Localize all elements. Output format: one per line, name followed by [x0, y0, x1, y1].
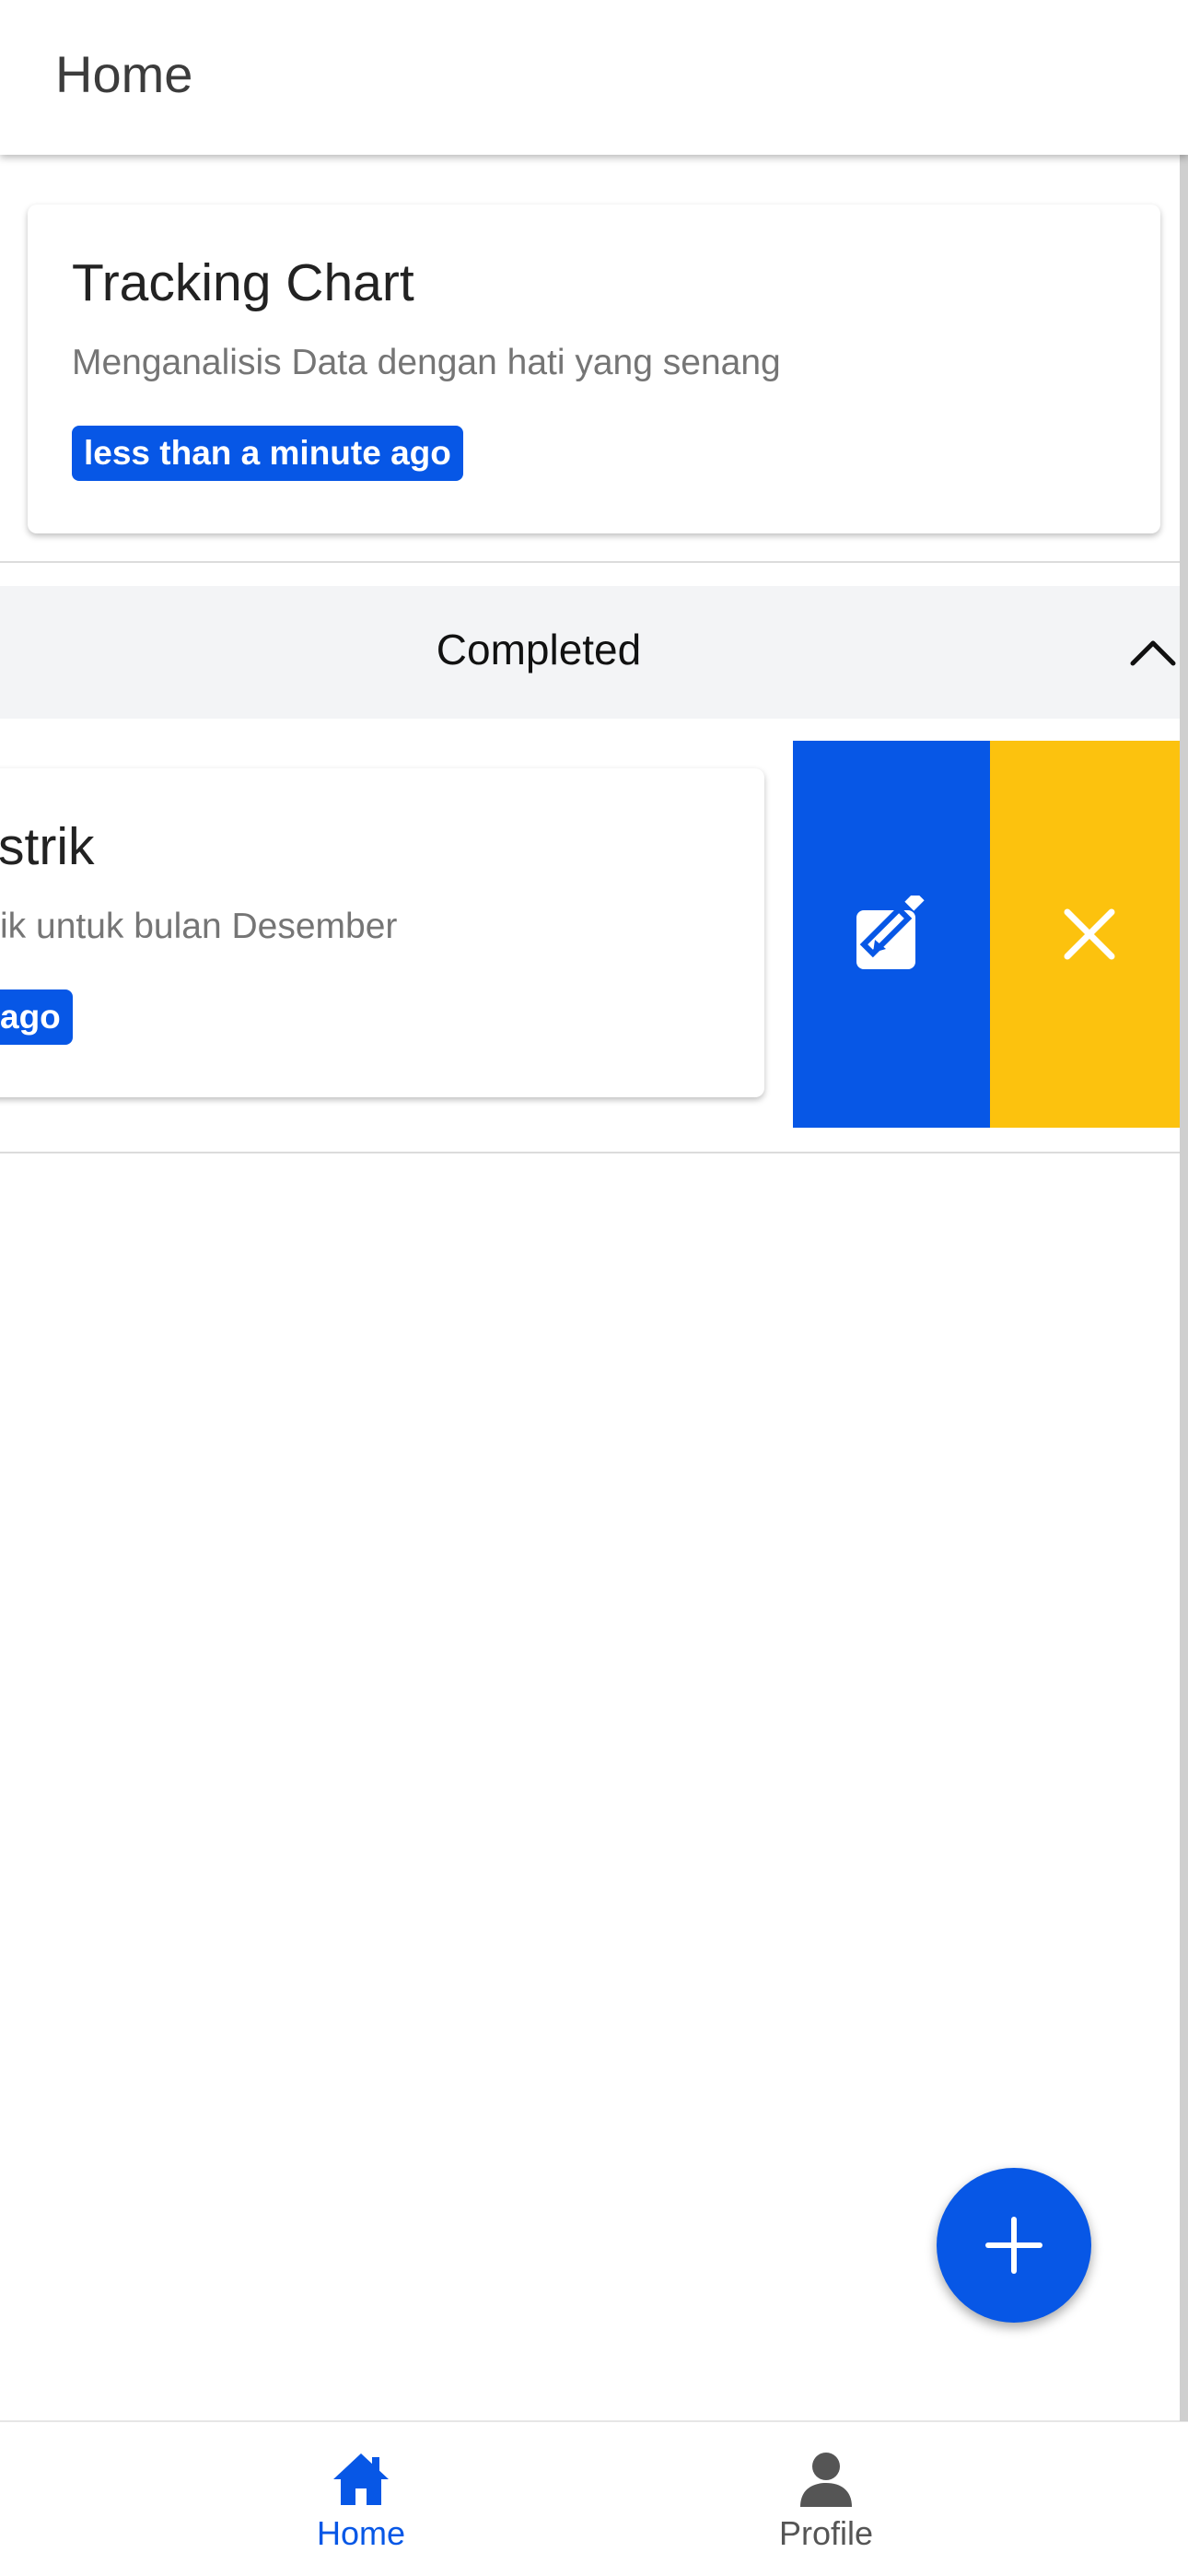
add-task-button[interactable] [937, 2168, 1091, 2323]
divider [0, 1152, 1188, 1153]
plus-icon [985, 2217, 1042, 2274]
home-icon [333, 2453, 389, 2505]
person-icon [800, 2453, 852, 2507]
close-icon [1064, 908, 1114, 960]
page-title: Home [55, 45, 193, 103]
divider [0, 561, 1188, 563]
task-card[interactable]: Tracking Chart Menganalisis Data dengan … [28, 205, 1160, 533]
app-bar: Home [0, 0, 1188, 155]
delete-button[interactable] [990, 741, 1188, 1128]
completed-section-header[interactable]: Completed [0, 586, 1188, 719]
nav-item-profile[interactable]: Profile [688, 2422, 964, 2576]
edit-button[interactable] [793, 741, 990, 1128]
scrollbar[interactable] [1180, 155, 1188, 2421]
time-badge: ago [0, 989, 73, 1045]
bottom-nav: Home Profile [0, 2420, 1188, 2576]
task-subtitle: Menganalisis Data dengan hati yang senan… [72, 343, 781, 382]
task-subtitle: ik untuk bulan Desember [0, 907, 398, 946]
task-title: strik [0, 817, 95, 876]
nav-label-profile: Profile [778, 2514, 874, 2552]
section-title: Completed [436, 626, 642, 673]
edit-icon [856, 896, 925, 969]
time-badge: less than a minute ago [72, 426, 463, 481]
task-title: Tracking Chart [72, 253, 414, 312]
chevron-up-icon[interactable] [1125, 625, 1181, 680]
nav-label-home: Home [316, 2514, 406, 2552]
app-screen: Home Tracking Chart Menganalisis Data de… [0, 0, 1188, 2576]
completed-task-card[interactable]: strik ik untuk bulan Desember ago [0, 768, 764, 1097]
nav-item-home[interactable]: Home [223, 2422, 499, 2576]
completed-item-swipe-row[interactable]: strik ik untuk bulan Desember ago [0, 741, 1188, 1128]
